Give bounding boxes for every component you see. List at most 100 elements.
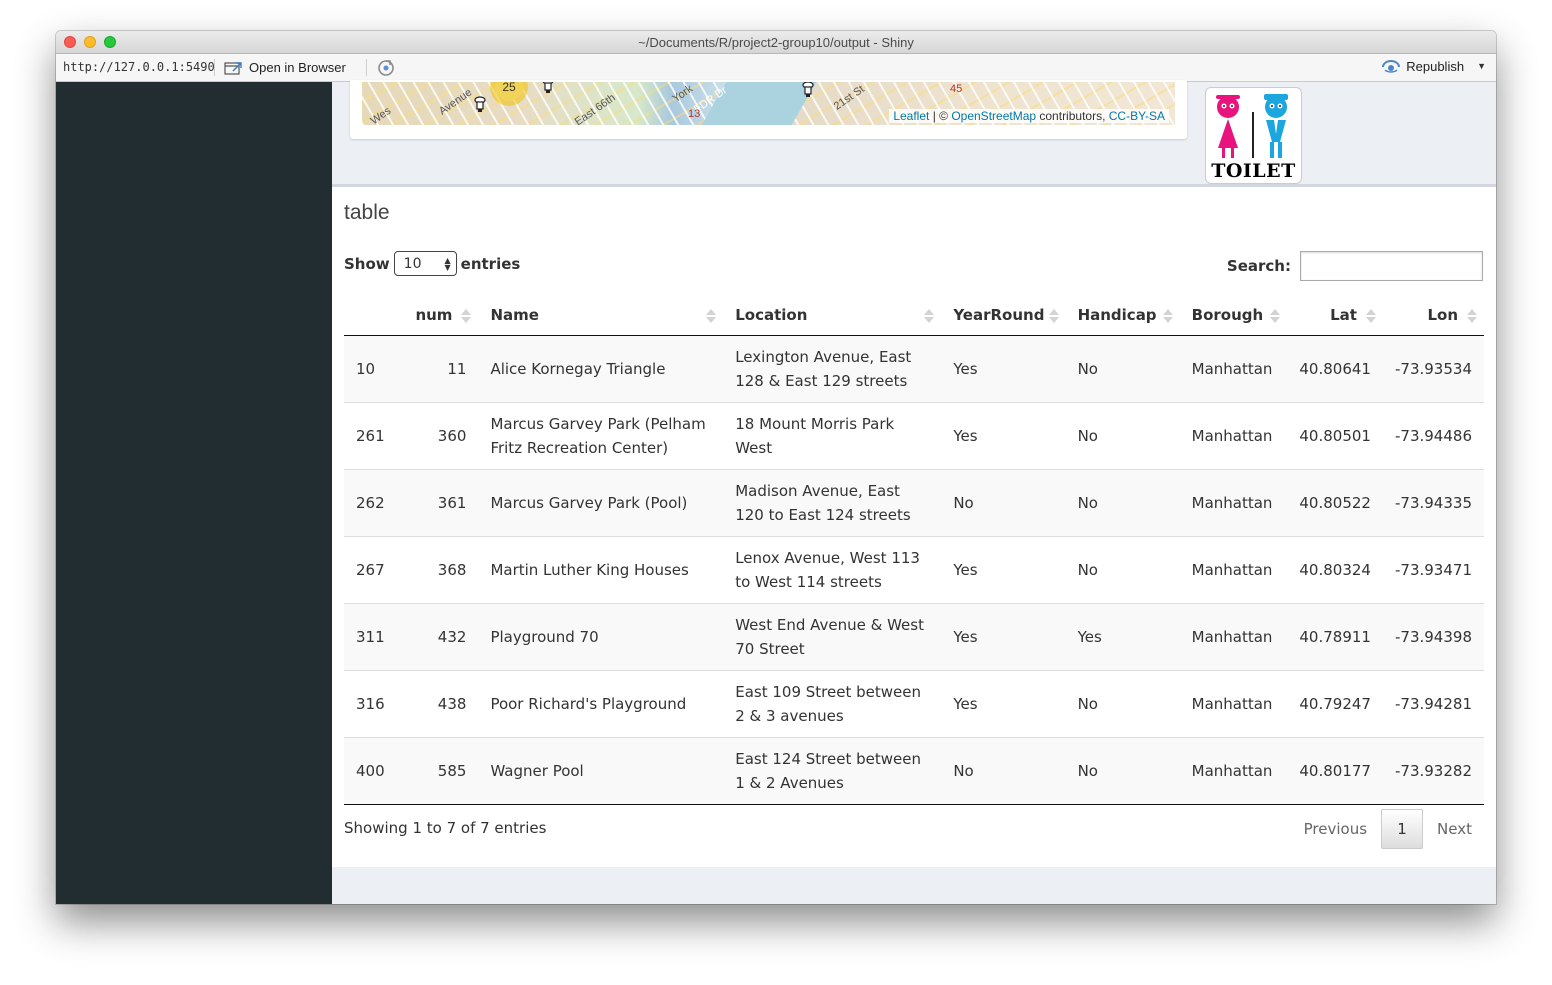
cell-name: Poor Richard's Playground (478, 670, 724, 738)
column-header-borough[interactable]: Borough (1179, 295, 1288, 336)
republish-button[interactable]: Republish ▼ (1381, 58, 1486, 74)
table-row[interactable]: 261 360 Marcus Garvey Park (Pelham Fritz… (344, 402, 1484, 470)
page-1-button[interactable]: 1 (1381, 809, 1424, 849)
attribution-contributors: contributors, (1036, 109, 1109, 123)
cell-handicap: No (1077, 360, 1098, 378)
viewer-toolbar: http://127.0.0.1:5490 Open in Browser Re… (56, 54, 1496, 82)
cluster-count: 25 (495, 82, 523, 101)
license-link[interactable]: CC-BY-SA (1109, 109, 1165, 123)
column-header-label: Borough (1191, 306, 1264, 324)
openstreetmap-link[interactable]: OpenStreetMap (951, 109, 1036, 123)
cell-yearround: Yes (941, 536, 1066, 604)
column-header-yearround[interactable]: YearRound (941, 295, 1066, 336)
sort-icon (1467, 309, 1477, 325)
cell-lat: 40.80641 (1299, 360, 1371, 378)
column-header-location[interactable]: Location (723, 295, 942, 336)
column-header-lon[interactable]: Lon (1382, 295, 1484, 336)
search-control: Search: (1227, 251, 1483, 281)
page-length-select[interactable]: 10 ▲ ▼ (393, 251, 457, 276)
table-row[interactable]: 400 585 Wagner Pool East 124 Street betw… (344, 737, 1484, 805)
page-length-value: 10 (403, 255, 422, 272)
main-content: 25 East 66th Avenue York FDR Dr 21st St … (332, 80, 1496, 904)
cell-num: 368 (403, 536, 479, 604)
sort-icon (1365, 309, 1376, 325)
map-street-label: Wes (368, 104, 394, 125)
republish-label: Republish (1406, 58, 1465, 74)
cell-borough: Manhattan (1179, 737, 1288, 805)
cell-num: 585 (403, 737, 479, 805)
cell-borough: Manhattan (1179, 402, 1288, 470)
toolbar-separator (214, 59, 215, 76)
leaflet-map[interactable]: 25 East 66th Avenue York FDR Dr 21st St … (362, 82, 1175, 125)
title-bar: ~/Documents/R/project2-group10/output - … (56, 31, 1496, 54)
show-label: Show (344, 254, 390, 273)
toilet-figures-icon (1216, 94, 1288, 158)
cell-lon: -73.93471 (1382, 536, 1484, 604)
cell-rowid: 10 (356, 360, 376, 378)
cell-lon: -73.94281 (1382, 670, 1484, 738)
column-header-lat[interactable]: Lat (1287, 295, 1383, 336)
pagination: Previous 1 Next (1290, 808, 1486, 850)
window-title: ~/Documents/R/project2-group10/output - … (638, 35, 914, 50)
column-header-label: num (415, 306, 453, 324)
refresh-icon[interactable] (376, 58, 396, 78)
previous-page-button[interactable]: Previous (1290, 808, 1381, 850)
cell-lat: 40.80522 (1287, 469, 1383, 537)
data-table: num Name Location YearRound Handicap Bor… (344, 295, 1484, 805)
cell-location: Madison Avenue, East 120 to East 124 str… (723, 469, 942, 537)
cell-rowid: 262 (344, 469, 404, 537)
cell-name: Marcus Garvey Park (Pool) (478, 469, 724, 537)
column-header-label: YearRound (953, 306, 1045, 324)
select-arrows-icon: ▲ ▼ (444, 255, 451, 272)
cell-lat: 40.80177 (1287, 737, 1383, 805)
marker-cluster[interactable]: 25 (490, 82, 528, 106)
sort-icon (924, 309, 935, 325)
toilet-marker-icon[interactable] (802, 82, 814, 98)
column-header-name[interactable]: Name (478, 295, 724, 336)
cell-location: 18 Mount Morris Park West (723, 402, 942, 470)
column-header-label: Location (735, 306, 808, 324)
table-row[interactable]: 267 368 Martin Luther King Houses Lenox … (344, 536, 1484, 604)
cell-location: East 124 Street between 1 & 2 Avenues (723, 737, 942, 805)
table-row[interactable]: 10 11 Alice Kornegay Triangle Lexington … (344, 335, 1484, 403)
table-row[interactable]: 311 432 Playground 70 West End Avenue & … (344, 603, 1484, 671)
search-input[interactable] (1300, 251, 1483, 281)
cell-rowid: 261 (344, 402, 404, 470)
cell-lat: 40.80501 (1287, 402, 1383, 470)
cell-num: 11 (447, 360, 467, 378)
cell-borough: Manhattan (1179, 469, 1288, 537)
entries-label: entries (460, 254, 521, 273)
toilet-marker-icon[interactable] (474, 95, 486, 113)
leaflet-link[interactable]: Leaflet (893, 109, 929, 123)
map-attribution: Leaflet | © OpenStreetMap contributors, … (889, 109, 1169, 123)
toilet-logo: TOILET (1205, 87, 1302, 184)
cell-name: Martin Luther King Houses (478, 536, 724, 604)
column-header-num[interactable]: num (403, 295, 479, 336)
next-page-button[interactable]: Next (1423, 808, 1486, 850)
cell-location: West End Avenue & West 70 Street (723, 603, 942, 671)
cell-yearround: Yes (941, 603, 1066, 671)
cell-borough: Manhattan (1179, 670, 1288, 738)
table-row[interactable]: 262 361 Marcus Garvey Park (Pool) Madiso… (344, 469, 1484, 537)
url-display[interactable]: http://127.0.0.1:5490 (63, 60, 215, 74)
cell-yearround: Yes (941, 402, 1066, 470)
open-in-browser-button[interactable]: Open in Browser (224, 57, 346, 78)
cell-handicap: No (1065, 402, 1180, 470)
table-header-row: num Name Location YearRound Handicap Bor… (344, 295, 1484, 336)
cell-handicap: Yes (1065, 603, 1180, 671)
chevron-down-icon[interactable]: ▼ (1477, 61, 1486, 71)
table-row[interactable]: 316 438 Poor Richard's Playground East 1… (344, 670, 1484, 738)
cell-borough: Manhattan (1191, 360, 1273, 378)
column-header-label: Lon (1427, 306, 1458, 324)
cell-yearround: No (941, 737, 1066, 805)
cell-name: Wagner Pool (478, 737, 724, 805)
map-street-label: 21st St (831, 83, 867, 113)
map-panel: 25 East 66th Avenue York FDR Dr 21st St … (350, 80, 1187, 139)
open-in-browser-label: Open in Browser (249, 60, 346, 75)
column-header-handicap[interactable]: Handicap (1065, 295, 1180, 336)
cell-rowid: 267 (344, 536, 404, 604)
cell-rowid: 316 (344, 670, 404, 738)
cell-num: 432 (403, 603, 479, 671)
cell-yearround: Yes (953, 360, 978, 378)
toilet-marker-icon[interactable] (542, 82, 554, 94)
